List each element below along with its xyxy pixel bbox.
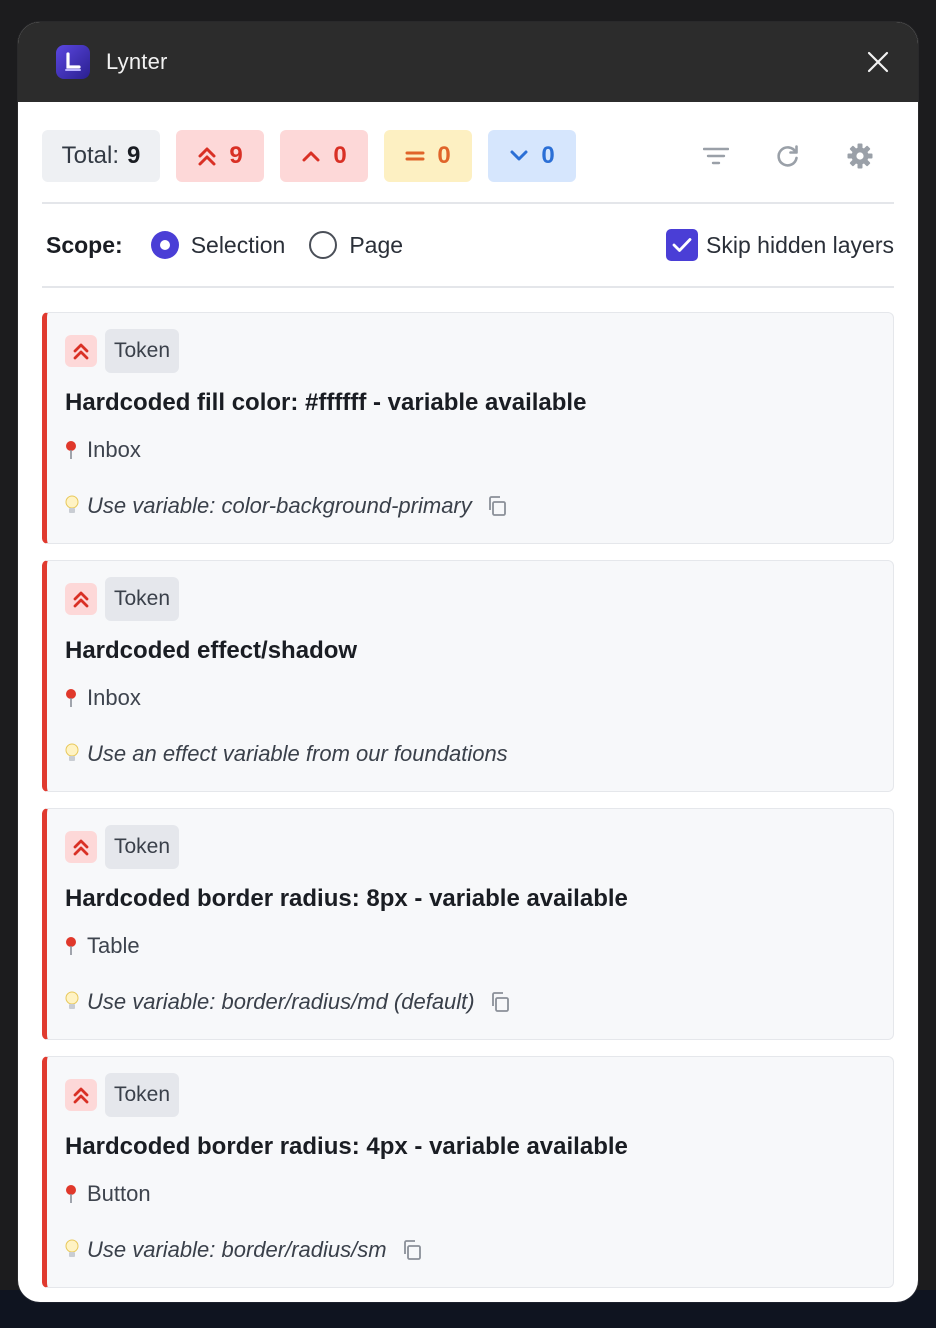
- bulb-icon: [65, 495, 79, 517]
- issue-hint: Use variable: color-background-primary: [65, 491, 873, 521]
- issue-location[interactable]: Inbox: [65, 683, 873, 713]
- scope-label: Scope:: [46, 231, 123, 258]
- hint-text: Use an effect variable from our foundati…: [87, 741, 508, 766]
- chevron-down-icon: [510, 150, 528, 161]
- issue-card[interactable]: Token Hardcoded border radius: 4px - var…: [42, 1056, 894, 1288]
- gear-icon[interactable]: [840, 136, 880, 176]
- total-value: 9: [127, 142, 141, 169]
- chevron-up-icon: [302, 151, 320, 162]
- copy-icon[interactable]: [401, 1239, 423, 1261]
- issue-title: Hardcoded fill color: #ffffff - variable…: [65, 389, 587, 416]
- stats-bar: Total: 9 9 0 0 0: [42, 130, 894, 182]
- issue-hint: Use an effect variable from our foundati…: [65, 739, 873, 769]
- plugin-window: Lynter Total: 9 9 0 0 0 Scope: Selection…: [18, 22, 918, 1302]
- app-title: Lynter: [106, 49, 168, 74]
- check-icon: [666, 229, 699, 261]
- issue-location[interactable]: Button: [65, 1179, 873, 1209]
- equals-icon: [405, 151, 425, 161]
- location-text: Inbox: [87, 685, 141, 710]
- scope-row: Scope: Selection Page Skip hidden layers: [42, 204, 894, 286]
- toolbar: [664, 136, 894, 176]
- critical-count: 9: [229, 142, 243, 169]
- medium-filter-button[interactable]: 0: [384, 130, 472, 182]
- pin-icon: [65, 688, 77, 708]
- filter-icon[interactable]: [696, 136, 736, 176]
- pin-icon: [65, 936, 77, 956]
- type-badge: Token: [105, 329, 180, 373]
- app-logo-icon: [56, 45, 90, 79]
- medium-count: 0: [437, 142, 451, 169]
- issue-card[interactable]: Token Hardcoded effect/shadow Inbox Use …: [42, 560, 894, 792]
- bulb-icon: [65, 743, 79, 765]
- issue-location[interactable]: Table: [65, 931, 873, 961]
- low-filter-button[interactable]: 0: [488, 130, 576, 182]
- skip-hidden-checkbox[interactable]: Skip hidden layers: [666, 229, 894, 261]
- issue-title: Hardcoded border radius: 8px - variable …: [65, 885, 628, 912]
- high-count: 0: [333, 142, 347, 169]
- chevrons-up-icon: [65, 1079, 97, 1111]
- divider: [42, 286, 894, 288]
- chevrons-up-icon: [65, 335, 97, 367]
- pin-icon: [65, 440, 77, 460]
- close-icon[interactable]: [860, 44, 896, 80]
- low-count: 0: [541, 142, 555, 169]
- location-text: Table: [87, 933, 140, 958]
- chevrons-up-icon: [65, 583, 97, 615]
- hint-text: Use variable: border/radius/md (default): [87, 989, 475, 1014]
- refresh-icon[interactable]: [768, 136, 808, 176]
- copy-icon[interactable]: [489, 991, 511, 1013]
- chevrons-up-icon: [198, 147, 216, 166]
- copy-icon[interactable]: [486, 495, 508, 517]
- issue-location[interactable]: Inbox: [65, 435, 873, 465]
- critical-filter-button[interactable]: 9: [176, 130, 264, 182]
- hint-text: Use variable: color-background-primary: [87, 493, 472, 518]
- issue-title: Hardcoded effect/shadow: [65, 637, 358, 664]
- title-bar: Lynter: [18, 22, 918, 102]
- radio-label: Page: [349, 231, 404, 258]
- bulb-icon: [65, 1239, 79, 1261]
- chevrons-up-icon: [65, 831, 97, 863]
- issue-list: Token Hardcoded fill color: #ffffff - va…: [42, 312, 894, 1288]
- type-badge: Token: [105, 1073, 180, 1117]
- issue-hint: Use variable: border/radius/sm: [65, 1235, 873, 1265]
- issue-title: Hardcoded border radius: 4px - variable …: [65, 1133, 628, 1160]
- main-content: Total: 9 9 0 0 0 Scope: Selection Page S…: [18, 102, 918, 1302]
- hint-text: Use variable: border/radius/sm: [87, 1237, 387, 1262]
- location-text: Button: [87, 1181, 151, 1206]
- location-text: Inbox: [87, 437, 141, 462]
- issue-hint: Use variable: border/radius/md (default): [65, 987, 873, 1017]
- high-filter-button[interactable]: 0: [280, 130, 368, 182]
- pin-icon: [65, 1184, 77, 1204]
- radio-label: Selection: [190, 231, 286, 258]
- total-label: Total:: [61, 142, 119, 169]
- issue-card[interactable]: Token Hardcoded border radius: 8px - var…: [42, 808, 894, 1040]
- radio-unselected-icon: [309, 231, 338, 259]
- type-badge: Token: [105, 825, 180, 869]
- radio-selected-icon: [150, 231, 179, 259]
- scope-selection-radio[interactable]: Selection: [150, 231, 286, 259]
- bulb-icon: [65, 991, 79, 1013]
- issue-card[interactable]: Token Hardcoded fill color: #ffffff - va…: [42, 312, 894, 544]
- type-badge: Token: [105, 577, 180, 621]
- scope-page-radio[interactable]: Page: [309, 231, 403, 259]
- total-count[interactable]: Total: 9: [42, 130, 160, 182]
- checkbox-label: Skip hidden layers: [706, 231, 894, 258]
